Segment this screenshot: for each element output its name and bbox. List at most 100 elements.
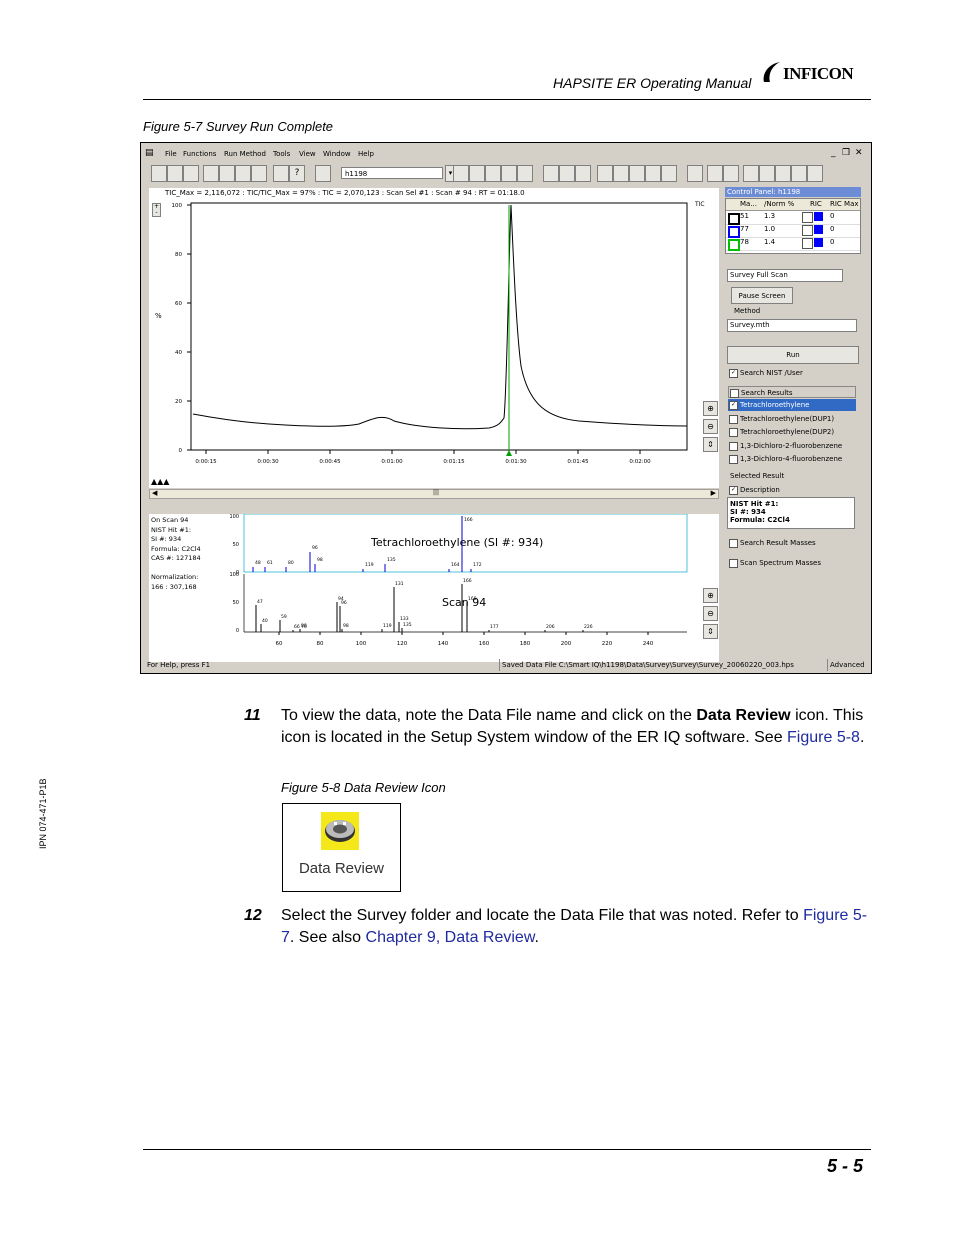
chart-icon[interactable] — [183, 165, 199, 182]
y-tick-label: 20 — [175, 399, 182, 405]
data-review-icon-box[interactable]: Data Review — [282, 803, 401, 892]
search-result-item[interactable]: ✓ Tetrachloroethylene — [728, 399, 856, 411]
ric-color-swatch — [814, 238, 823, 247]
scroll-thumb-icon[interactable]: ||| — [433, 489, 439, 496]
status-mode: Advanced — [827, 659, 865, 671]
search-result-item[interactable]: 1,3-Dichloro-2-fluorobenzene — [728, 440, 856, 452]
search-result-item[interactable]: Tetrachloroethylene(DUP2) — [728, 426, 856, 438]
library-y-tick: 100 — [229, 514, 239, 520]
spectrum-zoom-fit-icon[interactable]: ⇕ — [703, 624, 718, 639]
chart-select-icon[interactable] — [315, 165, 331, 182]
save-icon[interactable] — [203, 165, 219, 182]
nav-2-icon[interactable] — [759, 165, 775, 182]
chapter-9-link[interactable]: Chapter 9, Data Review — [366, 929, 535, 946]
step-11-bold: Data Review — [696, 707, 791, 724]
library-icon[interactable] — [469, 165, 485, 182]
spectrum-zoom-out-icon[interactable]: ⊖ — [703, 606, 718, 621]
mass-table-row[interactable]: 77 1.0 0 — [726, 224, 860, 238]
scroll-left-icon[interactable]: ◀ — [152, 489, 157, 497]
y-tick-label: 80 — [175, 252, 182, 258]
traffic-light-icon[interactable] — [559, 165, 575, 182]
nist-user-icon[interactable] — [597, 165, 613, 182]
scan-peak-label: 226 — [584, 624, 593, 630]
menu-help[interactable]: Help — [358, 150, 374, 158]
spectrum-zoom-in-icon[interactable]: ⊕ — [703, 588, 718, 603]
sample-icon[interactable] — [517, 165, 533, 182]
library-peak-label: 166 — [464, 517, 473, 523]
menu-tools[interactable]: Tools — [273, 150, 290, 158]
new-icon[interactable] — [151, 165, 167, 182]
zoom-in-icon[interactable]: ⊕ — [703, 401, 718, 416]
figure-5-8-link[interactable]: Figure 5-8 — [787, 729, 860, 746]
nav-4-icon[interactable] — [791, 165, 807, 182]
ipn-label: IPN 074-471-P1B — [38, 778, 48, 849]
run-button[interactable]: Run — [727, 346, 859, 364]
bio-icon[interactable] — [543, 165, 559, 182]
ric-color-swatch — [814, 212, 823, 221]
spectrum-x-tick: 140 — [438, 641, 449, 647]
ric-color-icon[interactable] — [802, 225, 813, 236]
nav-5-icon[interactable] — [807, 165, 823, 182]
app-icon: ▤ — [145, 148, 154, 158]
cursor-icon[interactable] — [661, 165, 677, 182]
mass-table-row[interactable]: 51 1.3 0 — [726, 211, 860, 225]
mass-color-checkbox[interactable] — [728, 239, 740, 251]
nist-icon[interactable] — [629, 165, 645, 182]
search-masses-checkbox[interactable]: Search Result Masses — [728, 537, 856, 549]
scroll-right-icon[interactable]: ▶ — [711, 489, 716, 497]
scan-peak-label: 206 — [546, 624, 555, 630]
minimize-icon[interactable]: _ — [831, 148, 836, 158]
header-rule — [143, 99, 871, 100]
nav-1-icon[interactable] — [743, 165, 759, 182]
next-icon[interactable] — [707, 165, 723, 182]
search-result-item[interactable]: 1,3-Dichloro-4-fluorobenzene — [728, 453, 856, 465]
warning-icon[interactable] — [645, 165, 661, 182]
menu-run-method[interactable]: Run Method — [224, 150, 266, 158]
menu-file[interactable]: File — [165, 150, 177, 158]
help-book-icon[interactable] — [273, 165, 289, 182]
edit-icon[interactable] — [501, 165, 517, 182]
spectrum-icon[interactable] — [485, 165, 501, 182]
scan-peak-label: 98 — [343, 623, 349, 629]
checkbox-icon — [729, 539, 738, 548]
scan-masses-checkbox[interactable]: Scan Spectrum Masses — [728, 557, 856, 569]
stop-icon[interactable] — [575, 165, 591, 182]
scan-peak-label: 119 — [383, 623, 392, 629]
x-tick-label: 0:00:45 — [319, 459, 341, 465]
pause-screen-button[interactable]: Pause Screen — [731, 287, 793, 304]
spectrum-x-tick: 180 — [520, 641, 531, 647]
plus-minus-icon[interactable]: + - — [152, 203, 161, 217]
nav-3-icon[interactable] — [775, 165, 791, 182]
file-icon[interactable] — [723, 165, 739, 182]
menu-view[interactable]: View — [299, 150, 316, 158]
mass-table-row[interactable]: 78 1.4 0 — [726, 237, 860, 251]
tools-icon[interactable] — [219, 165, 235, 182]
ric-color-icon[interactable] — [802, 238, 813, 249]
footer-rule — [143, 1149, 871, 1150]
print-icon[interactable] — [251, 165, 267, 182]
description-checkbox[interactable]: ✓ Description — [728, 484, 856, 496]
scan-peak-label: 47 — [257, 599, 263, 605]
open-icon[interactable] — [167, 165, 183, 182]
x-tick-label: 0:01:00 — [381, 459, 403, 465]
sys-icon[interactable] — [687, 165, 703, 182]
nist-search-icon[interactable] — [613, 165, 629, 182]
method-label: Method — [734, 307, 761, 315]
chart-scrollbar[interactable]: ◀ ||| ▶ — [149, 489, 719, 499]
status-file: Saved Data File C:\Smart IQ\h1198\Data\S… — [499, 659, 794, 671]
sample-combo[interactable]: h1198 — [341, 167, 443, 179]
menu-window[interactable]: Window — [323, 150, 351, 158]
zoom-out-icon[interactable]: ⊖ — [703, 419, 718, 434]
status-bar: For Help, press F1 Saved Data File C:\Sm… — [141, 659, 869, 671]
ric-color-icon[interactable] — [802, 212, 813, 223]
copy-icon[interactable] — [235, 165, 251, 182]
func-icon[interactable] — [453, 165, 469, 182]
menu-functions[interactable]: Functions — [183, 150, 216, 158]
help-icon[interactable]: ? — [289, 165, 305, 182]
selected-result-label: Selected Result — [730, 472, 785, 480]
zoom-fit-icon[interactable]: ⇕ — [703, 437, 718, 452]
search-result-item[interactable]: Tetrachloroethylene(DUP1) — [728, 413, 856, 425]
search-nist-checkbox[interactable]: ✓ Search NIST /User — [728, 367, 856, 379]
close-icon[interactable]: ✕ — [855, 148, 863, 158]
restore-icon[interactable]: ❐ — [842, 148, 850, 158]
